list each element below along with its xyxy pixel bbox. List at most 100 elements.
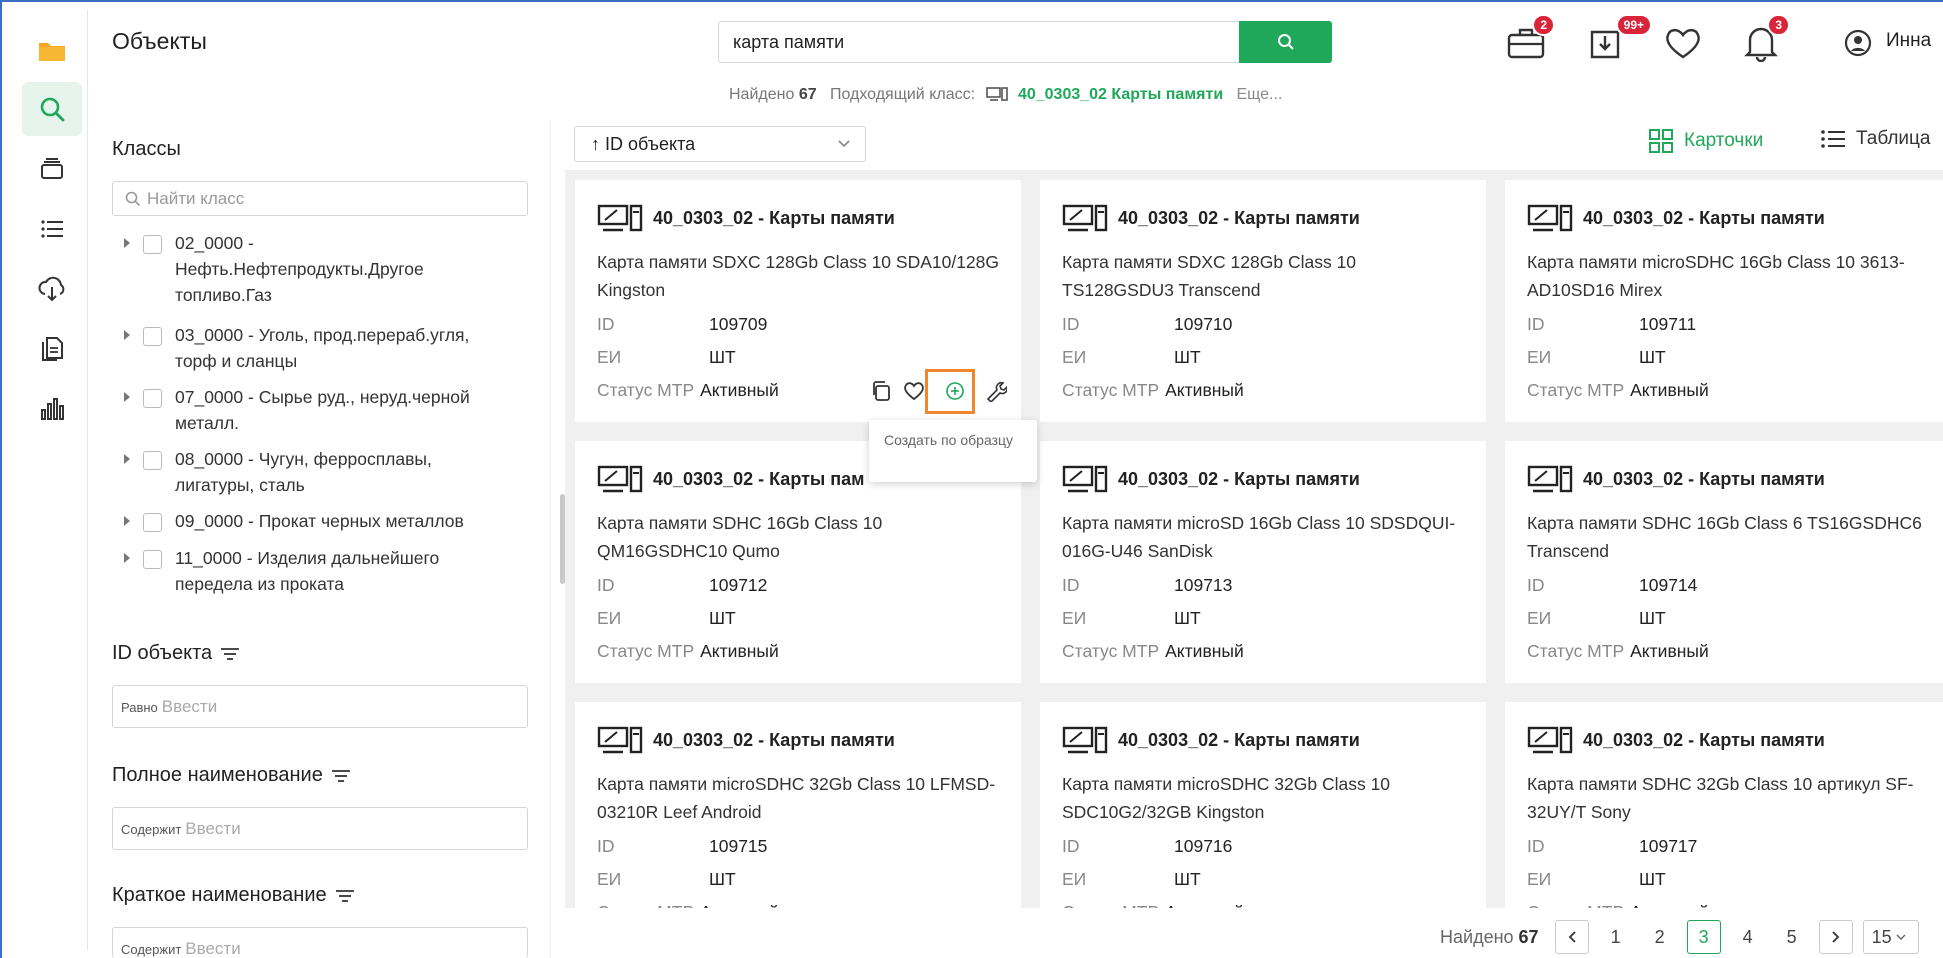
list-icon[interactable] xyxy=(22,202,82,256)
computer-icon xyxy=(1527,465,1573,493)
highlight-frame xyxy=(925,369,975,414)
object-card[interactable]: 40_0303_02 - Карты памяти Карта памяти S… xyxy=(1505,702,1943,908)
expand-arrow-icon[interactable] xyxy=(124,553,130,563)
card-unit-row: ЕИ ШТ xyxy=(1527,608,1666,629)
filter-icon[interactable] xyxy=(331,769,351,783)
card-id-row: ID 109711 xyxy=(1527,314,1696,335)
expand-arrow-icon[interactable] xyxy=(124,516,130,526)
id-label: ID xyxy=(1527,575,1545,595)
card-class-text: 40_0303_02 - Карты памяти xyxy=(653,729,895,750)
status-value: Активный xyxy=(1165,380,1244,400)
chevron-down-icon xyxy=(1896,934,1906,940)
unit-label: ЕИ xyxy=(1527,869,1552,889)
computer-icon xyxy=(985,87,1008,101)
card-class-text: 40_0303_02 - Карты памяти xyxy=(1583,207,1825,228)
unit-value: ШТ xyxy=(1174,347,1201,367)
object-card[interactable]: 40_0303_02 - Карты памяти Карта памяти S… xyxy=(1040,180,1486,422)
operator-label[interactable]: Содержит xyxy=(121,822,181,837)
object-card[interactable]: 40_0303_02 - Карты памяти Карта памяти m… xyxy=(1505,180,1943,422)
tree-checkbox[interactable] xyxy=(143,327,162,346)
view-cards-toggle[interactable]: Карточки xyxy=(1648,128,1763,154)
copy-icon[interactable] xyxy=(870,380,892,402)
class-search-input[interactable]: Найти класс xyxy=(112,181,528,216)
id-value: 109716 xyxy=(1174,836,1233,856)
filter-icon[interactable] xyxy=(220,647,240,661)
user-icon xyxy=(1844,29,1872,57)
more-link[interactable]: Еще... xyxy=(1237,86,1283,103)
heart-icon[interactable] xyxy=(903,380,925,402)
expand-arrow-icon[interactable] xyxy=(124,392,130,402)
field-title-text: Полное наименование xyxy=(112,764,323,786)
notifications-button[interactable]: 3 xyxy=(1738,14,1790,64)
page-button-current[interactable]: 3 xyxy=(1686,920,1721,954)
status-label: Статус МТР xyxy=(1062,380,1160,400)
table-view-icon xyxy=(1821,130,1845,148)
tree-checkbox[interactable] xyxy=(143,513,162,532)
card-status-row: Статус МТР Активный xyxy=(1527,902,1709,908)
filter-icon[interactable] xyxy=(335,889,355,903)
search-button[interactable] xyxy=(1239,21,1332,63)
user-name[interactable]: Инна xyxy=(1886,30,1931,52)
pagination: Найдено 67 1 2 3 4 5 15 xyxy=(1440,920,1919,954)
tree-checkbox[interactable] xyxy=(143,451,162,470)
classes-title: Классы xyxy=(112,138,181,160)
downloads-button[interactable]: 99+ xyxy=(1582,14,1652,64)
wrench-icon[interactable] xyxy=(985,380,1007,402)
card-id-row: ID 109715 xyxy=(597,836,767,857)
expand-arrow-icon[interactable] xyxy=(124,330,130,340)
page-button[interactable]: 1 xyxy=(1599,920,1633,954)
card-id-row: ID 109713 xyxy=(1062,575,1232,596)
object-card[interactable]: 40_0303_02 - Карты памяти Карта памяти S… xyxy=(1505,441,1943,683)
computer-icon xyxy=(597,465,643,493)
layers-icon[interactable] xyxy=(22,142,82,196)
card-class: 40_0303_02 - Карты памяти xyxy=(1527,726,1825,754)
page-button[interactable]: 5 xyxy=(1775,920,1809,954)
unit-label: ЕИ xyxy=(597,869,622,889)
briefcase-badge: 2 xyxy=(1532,14,1555,36)
object-card[interactable]: 40_0303_02 - Карты памяти Карта памяти m… xyxy=(1040,702,1486,908)
class-code: 03_0000 xyxy=(175,325,244,345)
object-card[interactable]: 40_0303_02 - Карты памяти Карта памяти m… xyxy=(575,702,1021,908)
short-name-filter-input[interactable]: Содержит Ввести xyxy=(112,927,528,958)
field-title-text: Краткое наименование xyxy=(112,884,327,906)
next-page-button[interactable] xyxy=(1818,920,1853,954)
search-icon[interactable] xyxy=(22,82,82,136)
unit-label: ЕИ xyxy=(597,347,622,367)
computer-icon xyxy=(1062,726,1108,754)
card-id-row: ID 109716 xyxy=(1062,836,1232,857)
full-name-filter-input[interactable]: Содержит Ввести xyxy=(112,807,528,850)
prev-page-button[interactable] xyxy=(1554,920,1589,954)
tree-checkbox[interactable] xyxy=(143,389,162,408)
folder-icon[interactable] xyxy=(22,24,82,78)
page-button[interactable]: 2 xyxy=(1643,920,1677,954)
operator-label[interactable]: Содержит xyxy=(121,942,181,957)
sort-select[interactable]: ↑ ID объекта xyxy=(574,126,866,162)
cloud-download-icon[interactable] xyxy=(22,262,82,316)
class-code: 02_0000 xyxy=(175,233,244,253)
search-input[interactable]: карта памяти xyxy=(718,21,1241,63)
status-label: Статус МТР xyxy=(597,380,695,400)
favorites-button[interactable] xyxy=(1660,22,1706,64)
documents-icon[interactable] xyxy=(22,322,82,376)
suitable-class-link[interactable]: 40_0303_02 Карты памяти xyxy=(1018,86,1223,103)
chart-icon[interactable] xyxy=(22,382,82,436)
user-avatar[interactable] xyxy=(1835,22,1881,64)
briefcase-button[interactable]: 2 xyxy=(1503,14,1555,64)
unit-label: ЕИ xyxy=(1062,347,1087,367)
id-filter-input[interactable]: Равно Ввести xyxy=(112,685,528,728)
view-table-toggle[interactable]: Таблица xyxy=(1820,128,1931,150)
tooltip: Создать по образцу xyxy=(869,420,1037,482)
status-value: Активный xyxy=(1630,902,1709,908)
tree-checkbox[interactable] xyxy=(143,550,162,569)
card-object-name: Карта памяти SDHC 16Gb Class 6 TS16GSDHC… xyxy=(1527,513,1922,561)
expand-arrow-icon[interactable] xyxy=(124,454,130,464)
expand-arrow-icon[interactable] xyxy=(124,238,130,248)
pager-found: Найдено 67 xyxy=(1440,927,1539,948)
page-button[interactable]: 4 xyxy=(1731,920,1765,954)
page-size-select[interactable]: 15 xyxy=(1862,920,1919,954)
operator-label[interactable]: Равно xyxy=(121,700,158,715)
tree-checkbox[interactable] xyxy=(143,235,162,254)
card-unit-row: ЕИ ШТ xyxy=(1062,869,1201,890)
card-class: 40_0303_02 - Карты памяти xyxy=(1527,465,1825,493)
object-card[interactable]: 40_0303_02 - Карты памяти Карта памяти m… xyxy=(1040,441,1486,683)
